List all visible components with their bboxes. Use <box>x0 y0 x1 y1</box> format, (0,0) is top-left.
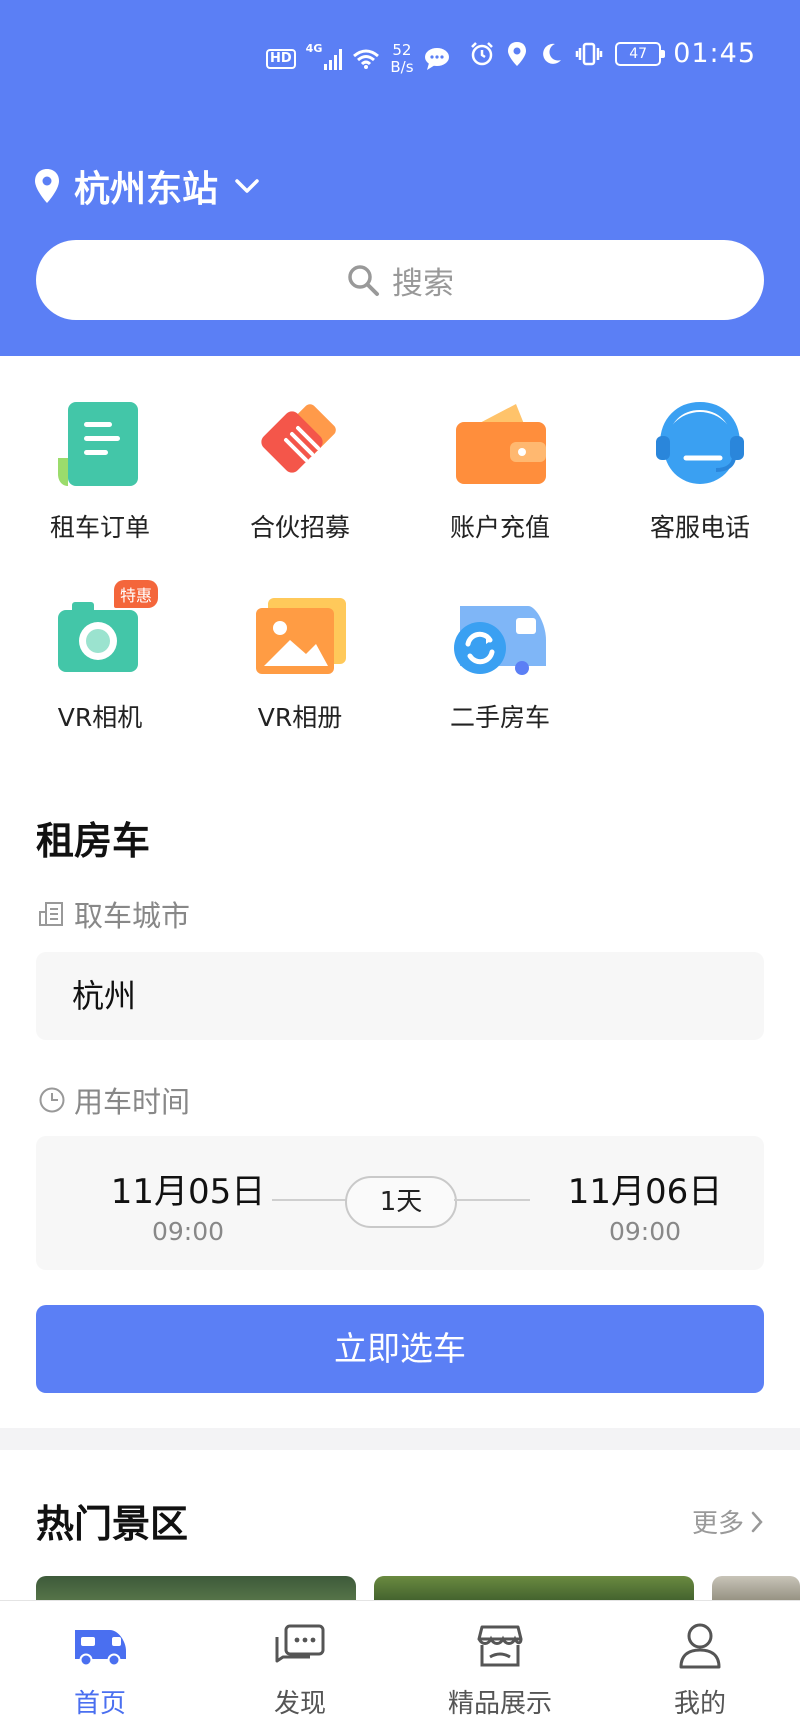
building-icon <box>39 902 63 926</box>
headset-icon <box>650 396 750 496</box>
search-placeholder: 搜索 <box>392 265 454 302</box>
quick-action-rental-orders[interactable]: 租车订单 <box>0 396 200 544</box>
header: HD 4G 52 B/s 47 01:45 杭州东站 搜索 <box>0 0 800 356</box>
alarm-icon <box>471 41 494 65</box>
album-icon <box>250 586 350 686</box>
quick-action-label: VR相机 <box>57 703 143 732</box>
signal-icon <box>324 48 343 70</box>
tab-label: 发现 <box>273 1689 326 1719</box>
status-bar: HD 4G 52 B/s 47 01:45 <box>0 38 800 82</box>
quick-action-label: 二手房车 <box>449 703 550 732</box>
quick-action-label: 客服电话 <box>649 513 750 542</box>
promo-badge: 特惠 <box>113 580 158 608</box>
network-type: 4G <box>305 42 323 55</box>
rental-time-label: 用车时间 <box>38 1079 190 1121</box>
rent-section-title: 租房车 <box>36 819 151 863</box>
pickup-city-field[interactable]: 杭州 <box>36 952 764 1040</box>
tab-label: 我的 <box>673 1689 726 1719</box>
tab-mine[interactable]: 我的 <box>600 1601 800 1733</box>
battery-icon: 47 <box>615 41 666 66</box>
chevron-right-icon <box>751 1511 763 1532</box>
location-label: 杭州东站 <box>74 169 219 210</box>
message-icon <box>424 48 449 70</box>
chat-icon <box>275 1624 325 1663</box>
select-car-button[interactable]: 立即选车 <box>36 1305 764 1393</box>
map-pin-icon <box>35 169 59 203</box>
used-rv-icon <box>450 586 550 686</box>
tab-label: 首页 <box>73 1689 126 1719</box>
user-icon <box>679 1623 721 1669</box>
order-icon <box>50 396 150 496</box>
more-link[interactable]: 更多 <box>692 1503 764 1540</box>
tab-label: 精品展示 <box>447 1689 552 1719</box>
quick-action-partner-recruit[interactable]: 合伙招募 <box>200 396 400 544</box>
end-time: 09:00 <box>608 1217 682 1246</box>
start-date: 11月05日 <box>110 1172 266 1212</box>
store-icon <box>477 1625 523 1667</box>
network-speed: 52 B/s <box>390 41 414 76</box>
quick-action-used-rv[interactable]: 二手房车 <box>400 586 600 734</box>
quick-action-label: 账户充值 <box>449 513 550 542</box>
bottom-tab-bar: 首页 发现 精品展示 我的 <box>0 1600 800 1733</box>
tab-discover[interactable]: 发现 <box>200 1601 400 1733</box>
divider <box>454 1199 530 1201</box>
handshake-icon <box>250 396 350 496</box>
end-date-picker[interactable]: 11月06日 09:00 <box>555 1164 735 1246</box>
quick-action-customer-service[interactable]: 客服电话 <box>600 396 800 544</box>
camera-icon: 特惠 <box>50 580 158 686</box>
pickup-city-label: 取车城市 <box>38 893 190 935</box>
quick-action-vr-album[interactable]: VR相册 <box>200 586 400 734</box>
clock-icon <box>39 1087 65 1113</box>
quick-action-vr-camera[interactable]: 特惠 VR相机 <box>0 580 200 734</box>
tab-showcase[interactable]: 精品展示 <box>400 1601 600 1733</box>
start-date-picker[interactable]: 11月05日 09:00 <box>98 1164 278 1246</box>
clock: 01:45 <box>673 38 756 69</box>
quick-action-label: 合伙招募 <box>249 513 350 542</box>
quick-action-label: VR相册 <box>257 703 343 732</box>
hd-badge: HD <box>266 49 296 69</box>
rental-duration: 1天 <box>345 1176 457 1228</box>
wallet-icon <box>450 396 550 496</box>
section-divider <box>0 1428 800 1450</box>
rental-time-picker: 11月05日 09:00 1天 11月06日 09:00 <box>36 1136 764 1270</box>
search-icon <box>348 265 379 296</box>
location-selector[interactable]: 杭州东站 <box>34 160 260 212</box>
location-status-icon <box>508 41 527 66</box>
vibrate-icon <box>575 42 603 65</box>
moon-icon <box>543 43 562 64</box>
wifi-icon <box>353 49 380 69</box>
end-date: 11月06日 <box>567 1172 723 1212</box>
chevron-down-icon <box>235 179 259 193</box>
start-time: 09:00 <box>151 1217 225 1246</box>
quick-action-account-topup[interactable]: 账户充值 <box>400 396 600 544</box>
quick-action-label: 租车订单 <box>49 513 150 542</box>
tab-home[interactable]: 首页 <box>0 1601 200 1733</box>
divider <box>272 1199 348 1201</box>
rv-icon <box>75 1630 126 1667</box>
hot-spots-title: 热门景区 <box>36 1502 189 1546</box>
search-bar[interactable]: 搜索 <box>36 240 764 320</box>
